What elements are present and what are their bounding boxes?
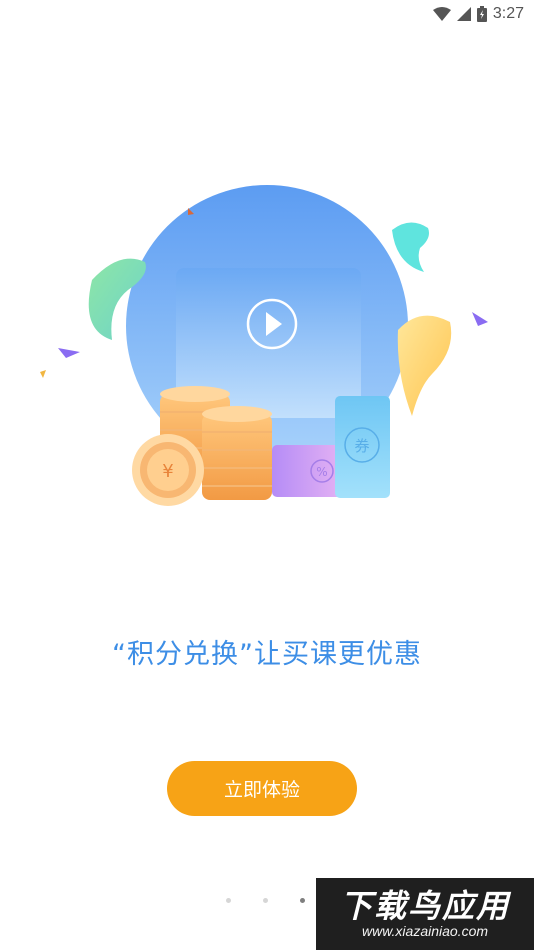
page-dot[interactable]	[226, 898, 231, 903]
status-icons: 3:27	[432, 4, 524, 24]
coin-stack-front	[202, 406, 272, 500]
watermark-title: 下载鸟应用	[339, 887, 510, 925]
try-now-button[interactable]: 立即体验	[167, 761, 357, 816]
wifi-icon	[432, 7, 451, 21]
illustration: % 券 ¥	[40, 185, 488, 506]
ticket-symbol: 券	[354, 437, 369, 455]
battery-icon	[476, 6, 487, 22]
cyan-drop	[392, 222, 429, 272]
status-time: 3:27	[492, 5, 524, 22]
yuan-symbol: ¥	[162, 461, 173, 482]
status-bar: 3:27	[0, 0, 534, 28]
page-dot-active[interactable]	[300, 898, 305, 903]
coupon-symbol: %	[316, 465, 327, 479]
cellular-signal-icon	[456, 7, 471, 21]
headline: “积分兑换”让买课更优惠	[112, 639, 422, 670]
yellow-drop	[397, 315, 452, 416]
watermark: 下载鸟应用 www.xiazainiao.com	[316, 878, 534, 950]
page-dot[interactable]	[263, 898, 268, 903]
watermark-url: www.xiazainiao.com	[361, 923, 489, 939]
